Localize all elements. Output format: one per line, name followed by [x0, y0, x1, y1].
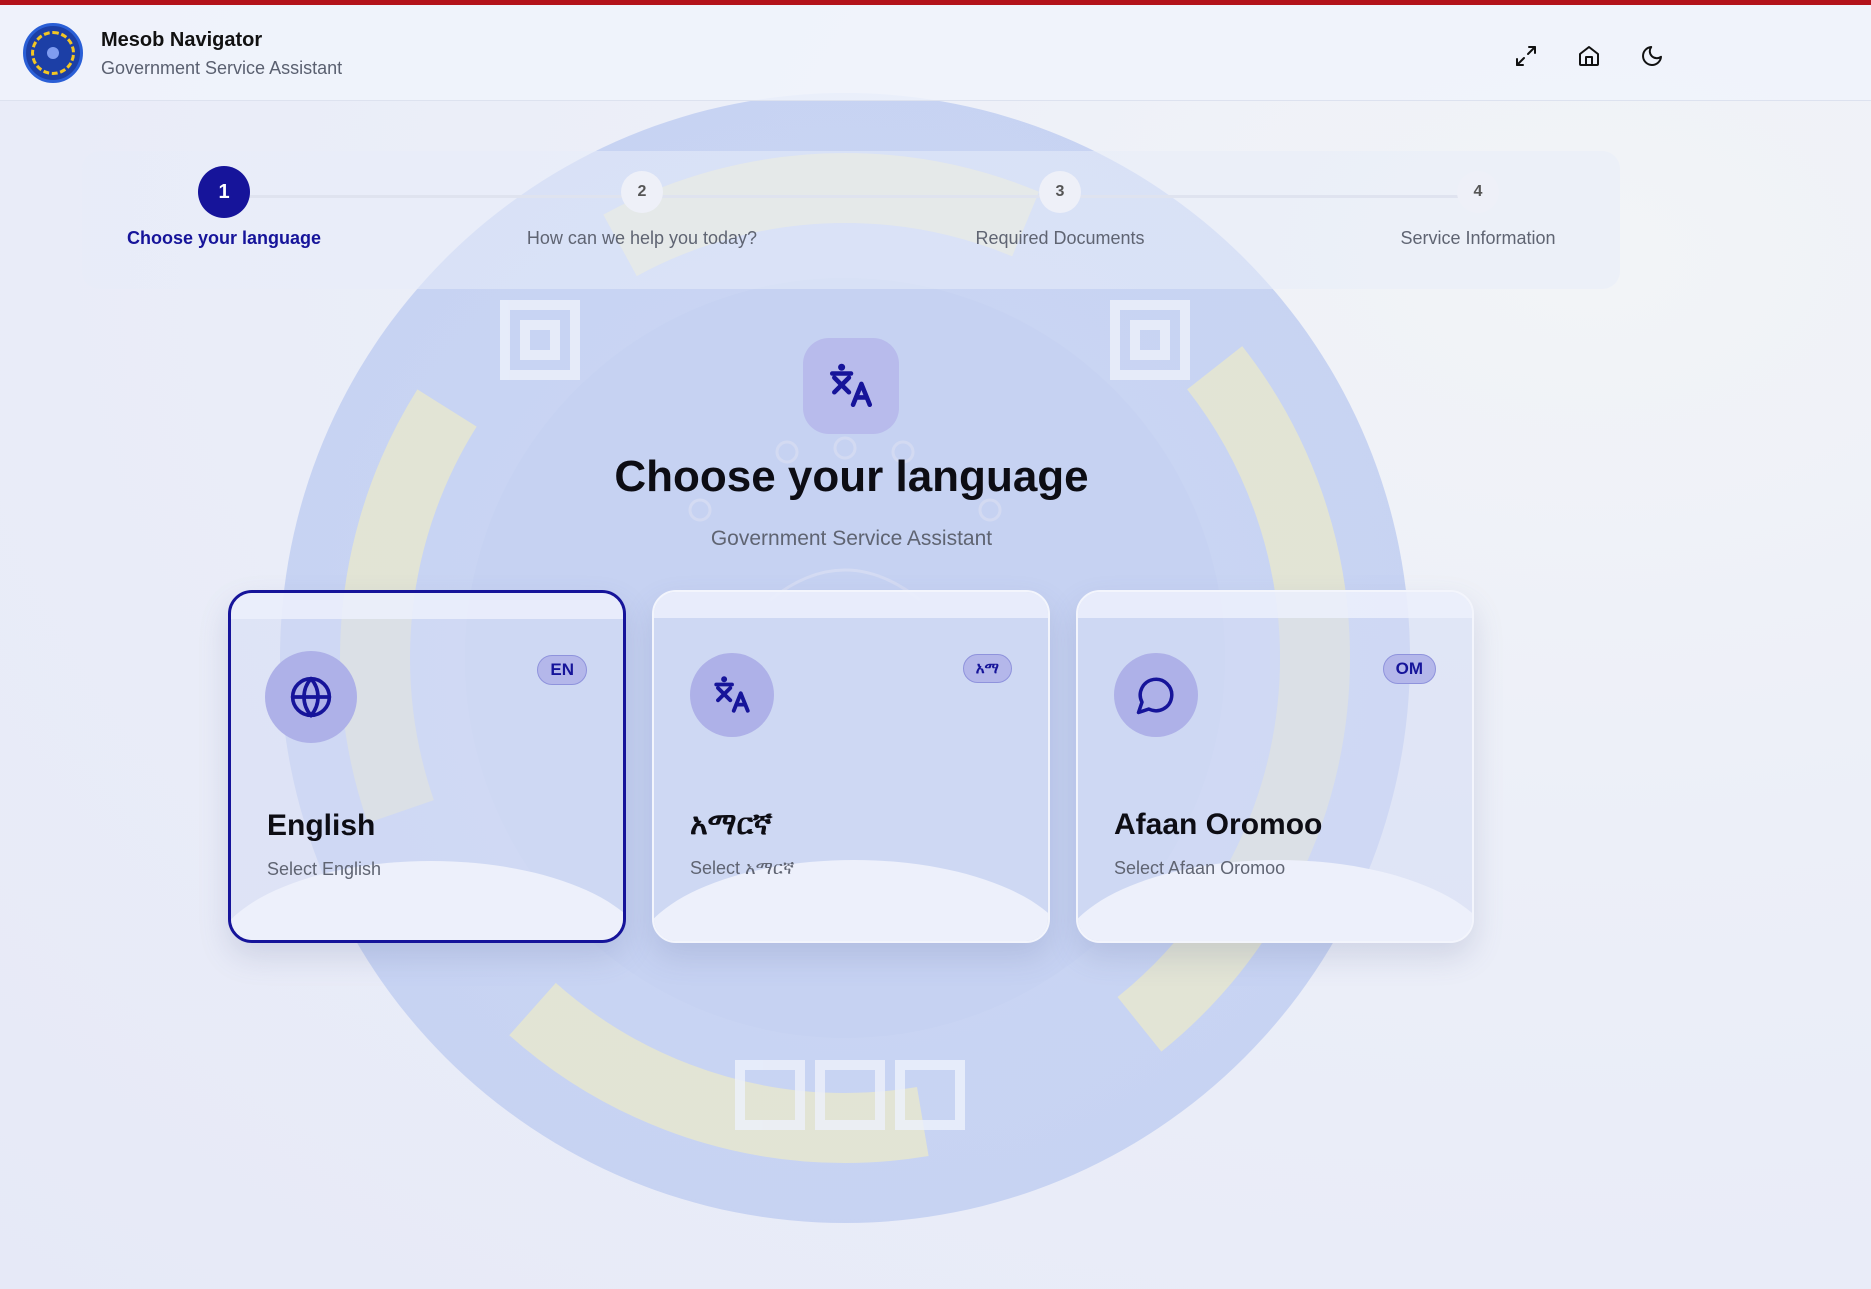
home-icon — [1579, 46, 1599, 66]
language-card-english[interactable]: EN English Select English — [228, 590, 626, 943]
language-description: Select English — [267, 859, 382, 879]
app-title: Mesob Navigator — [101, 29, 263, 51]
dark-mode-toggle[interactable] — [1635, 39, 1669, 73]
moon-icon — [1642, 46, 1662, 66]
step-1[interactable]: 1 Choose your language — [74, 166, 374, 249]
step-number: 4 — [1457, 171, 1499, 213]
hero-translate-badge — [803, 338, 899, 434]
page-title: Choose your language — [614, 452, 1089, 501]
language-description: Select አማርኛ — [690, 858, 795, 878]
step-2[interactable]: 2 How can we help you today? — [492, 171, 792, 249]
language-name: አማርኛ — [690, 808, 773, 841]
step-label: How can we help you today? — [526, 228, 758, 248]
language-description: Select Afaan Oromoo — [1114, 858, 1286, 878]
step-number: 1 — [198, 166, 250, 218]
app-subtitle: Government Service Assistant — [101, 58, 343, 78]
language-icon-container — [1114, 653, 1198, 737]
language-icon-container — [265, 651, 357, 743]
step-4[interactable]: 4 Service Information — [1328, 171, 1628, 249]
step-number: 3 — [1039, 171, 1081, 213]
fullscreen-button[interactable] — [1509, 39, 1543, 73]
translate-icon — [714, 676, 750, 713]
page: Mesob Navigator Government Service Assis… — [0, 0, 1871, 1289]
expand-icon — [1516, 46, 1536, 66]
language-name: Afaan Oromoo — [1114, 808, 1323, 841]
app-logo — [23, 23, 83, 83]
language-code-badge: አማ — [962, 654, 1012, 683]
app-header: Mesob Navigator Government Service Assis… — [0, 5, 1871, 101]
language-card-amharic[interactable]: አማ አማርኛ Select አማርኛ — [652, 590, 1050, 943]
step-3[interactable]: 3 Required Documents — [910, 171, 1210, 249]
step-label: Choose your language — [126, 228, 322, 248]
step-label: Service Information — [1400, 228, 1556, 248]
language-code-badge: OM — [1382, 654, 1436, 684]
translate-icon — [829, 363, 873, 408]
language-code-badge: EN — [537, 655, 587, 685]
progress-stepper: 1 Choose your language 2 How can we help… — [82, 151, 1620, 289]
language-icon-container — [690, 653, 774, 737]
home-button[interactable] — [1572, 39, 1606, 73]
language-name: English — [267, 809, 376, 842]
stepper-track — [224, 195, 1478, 198]
page-subtitle: Government Service Assistant — [710, 527, 993, 550]
language-card-oromo[interactable]: OM Afaan Oromoo Select Afaan Oromoo — [1076, 590, 1474, 943]
message-circle-icon — [1136, 677, 1174, 715]
step-label: Required Documents — [975, 228, 1145, 248]
globe-icon — [290, 676, 332, 719]
step-number: 2 — [621, 171, 663, 213]
